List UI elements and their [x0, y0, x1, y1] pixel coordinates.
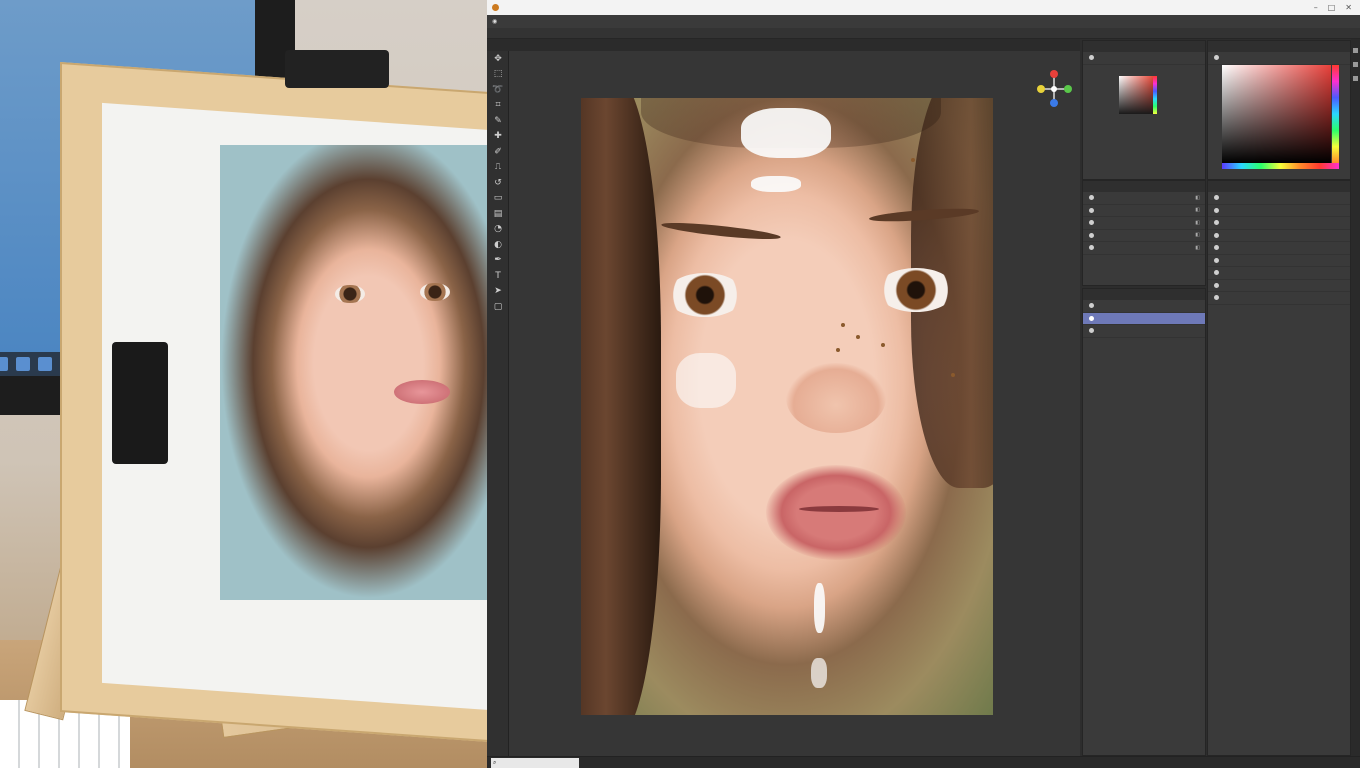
adjust-row[interactable]: ◧: [1083, 242, 1205, 255]
mini-color-header: [1083, 52, 1205, 65]
document-canvas[interactable]: [581, 98, 993, 715]
stamp-icon[interactable]: ⎍: [487, 160, 509, 176]
prop-row[interactable]: [1208, 255, 1350, 267]
shape-icon[interactable]: ▢: [487, 299, 509, 315]
adjust-row[interactable]: ◧: [1083, 192, 1205, 205]
adjust-row[interactable]: ◧: [1083, 217, 1205, 230]
paint-stroke: [751, 176, 801, 192]
background-photo: [0, 0, 487, 768]
prop-row[interactable]: [1208, 280, 1350, 292]
prop-row[interactable]: [1208, 192, 1350, 205]
hue-strip[interactable]: [1222, 163, 1339, 169]
easel-clip: [112, 342, 168, 464]
color-panel: [1207, 40, 1351, 180]
mini-color-field[interactable]: [1119, 76, 1153, 114]
eyedropper-icon[interactable]: ✎: [487, 113, 509, 129]
canvas-area[interactable]: [509, 51, 1080, 756]
prop-row[interactable]: [1208, 292, 1350, 305]
color-panel-tabs: [1208, 41, 1350, 52]
prop-row[interactable]: [1208, 267, 1350, 280]
printed-portrait: [220, 145, 487, 600]
layers-panel: [1082, 288, 1206, 756]
eye-right: [877, 268, 955, 312]
prop-row[interactable]: [1208, 205, 1350, 217]
adjust-panel-tabs: [1083, 181, 1205, 192]
panel-toggle-icon[interactable]: [1353, 76, 1358, 81]
dodge-icon[interactable]: ◐: [487, 237, 509, 253]
prop-row[interactable]: [1208, 242, 1350, 255]
heal-icon[interactable]: ✚: [487, 129, 509, 145]
freckle: [911, 158, 915, 162]
mini-color-panel: [1082, 40, 1206, 180]
lasso-icon[interactable]: ➰: [487, 82, 509, 98]
layers-panel-tabs: [1083, 289, 1205, 300]
portrait-eye-left: [335, 285, 365, 303]
zoom-field[interactable]: ⌕: [491, 757, 579, 768]
prop-row[interactable]: [1208, 230, 1350, 242]
paint-stroke: [741, 108, 831, 158]
prop-row[interactable]: [1208, 217, 1350, 230]
pen-icon[interactable]: ✒: [487, 253, 509, 269]
portrait-eye-right: [420, 283, 450, 301]
brush-icon[interactable]: ✐: [487, 144, 509, 160]
options-bar: [487, 28, 1360, 39]
mini-color-panel-tabs: [1083, 41, 1205, 52]
paint-drip: [814, 583, 825, 633]
gradient-icon[interactable]: ▤: [487, 206, 509, 222]
freckle: [841, 323, 845, 327]
close-button[interactable]: ✕: [1345, 3, 1352, 12]
minimize-button[interactable]: –: [1314, 3, 1318, 12]
lips: [766, 465, 906, 560]
eye-left: [666, 273, 744, 317]
app-menu-icon[interactable]: ◉: [492, 18, 497, 25]
blur-icon[interactable]: ◔: [487, 222, 509, 238]
adjust-row[interactable]: ◧: [1083, 230, 1205, 242]
menu-bar: ◉: [487, 15, 1360, 28]
easel-top-clip: [285, 50, 389, 88]
status-bar: ⌕: [487, 756, 1360, 768]
layer-row[interactable]: [1083, 325, 1205, 338]
freckle: [856, 335, 860, 339]
history-brush-icon[interactable]: ↺: [487, 175, 509, 191]
color-picker-field[interactable]: [1222, 65, 1331, 163]
nose: [786, 363, 886, 433]
portrait-lips: [394, 380, 450, 404]
zoom-icon: ⌕: [493, 758, 497, 766]
eyebrow-left: [660, 219, 782, 243]
type-icon[interactable]: T: [487, 268, 509, 284]
marquee-icon[interactable]: ⬚: [487, 67, 509, 83]
editor-window: – □ ✕ ◉ ✥ ⬚ ➰ ⌗ ✎ ✚ ✐ ⎍ ↺ ▭ ▤ ◔ ◐ ✒ T ➤ …: [487, 0, 1360, 768]
path-select-icon[interactable]: ➤: [487, 284, 509, 300]
title-bar: – □ ✕: [487, 0, 1360, 15]
hue-slider[interactable]: [1332, 65, 1339, 163]
eraser-icon[interactable]: ▭: [487, 191, 509, 207]
right-icon-strip: [1351, 39, 1360, 756]
transform-gizmo-icon[interactable]: [1034, 69, 1074, 109]
panel-toggle-icon[interactable]: [1353, 62, 1358, 67]
paint-drop: [811, 658, 827, 688]
app-icon: [492, 4, 499, 11]
layer-row[interactable]: [1083, 300, 1205, 313]
props-panel-tabs: [1208, 181, 1350, 192]
adjustments-panel: ◧ ◧ ◧ ◧ ◧: [1082, 180, 1206, 286]
tools-panel: ✥ ⬚ ➰ ⌗ ✎ ✚ ✐ ⎍ ↺ ▭ ▤ ◔ ◐ ✒ T ➤ ▢: [487, 51, 509, 756]
layer-row-selected[interactable]: [1083, 312, 1205, 325]
crop-icon[interactable]: ⌗: [487, 98, 509, 114]
panel-toggle-icon[interactable]: [1353, 48, 1358, 53]
mini-hue-slider[interactable]: [1153, 76, 1157, 114]
freckle: [881, 343, 885, 347]
document-tab-bar: [487, 39, 1080, 51]
move-icon[interactable]: ✥: [487, 51, 509, 67]
maximize-button[interactable]: □: [1328, 3, 1336, 12]
adjust-row[interactable]: ◧: [1083, 205, 1205, 217]
properties-panel: [1207, 180, 1351, 756]
freckle: [951, 373, 955, 377]
color-panel-header: [1208, 52, 1350, 65]
mouth-line: [799, 506, 879, 512]
paint-stroke: [676, 353, 736, 408]
freckle: [836, 348, 840, 352]
hair-strand: [581, 98, 661, 715]
